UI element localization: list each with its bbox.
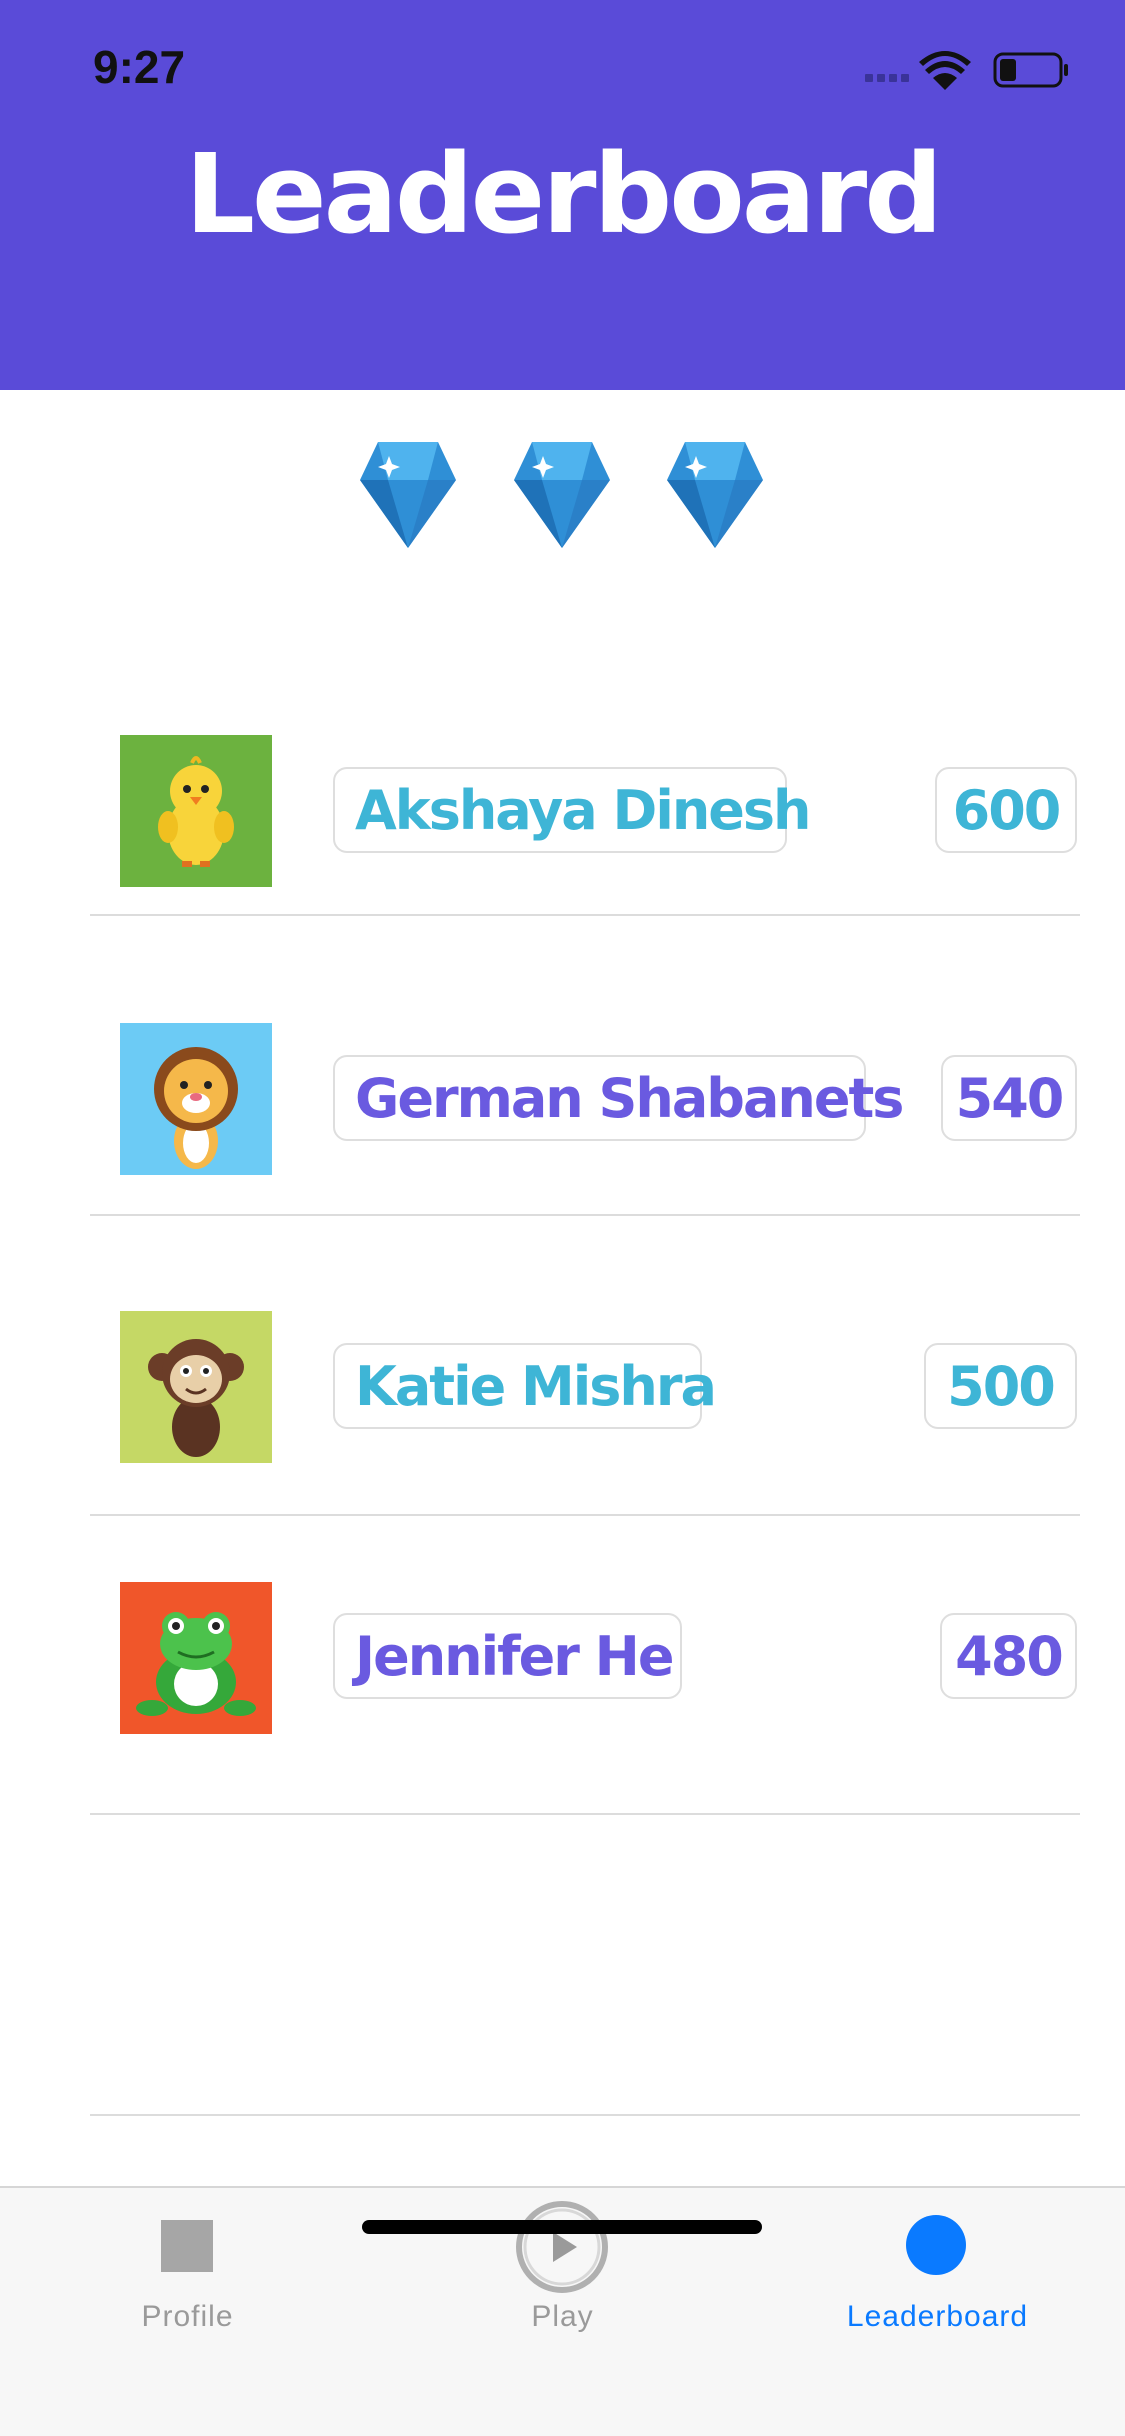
cellular-signal-icon — [865, 74, 909, 82]
player-name: German Shabanets — [355, 1066, 904, 1130]
frog-icon — [120, 1582, 272, 1734]
wifi-icon — [919, 51, 971, 90]
lion-icon — [120, 1023, 272, 1175]
home-indicator — [362, 2220, 762, 2234]
tab-bar: Profile Play Leaderboard — [0, 2186, 1125, 2436]
divider — [90, 1813, 1080, 1815]
battery-icon — [993, 52, 1068, 88]
divider — [90, 1214, 1080, 1216]
player-score-field: 540 — [941, 1055, 1077, 1141]
play-icon — [516, 2201, 608, 2293]
tab-play[interactable]: Play — [375, 2188, 750, 2368]
monkey-icon — [120, 1311, 272, 1463]
tab-label: Play — [531, 2300, 594, 2333]
player-name: Jennifer He — [355, 1624, 674, 1688]
divider — [90, 1514, 1080, 1516]
player-name-field: Katie Mishra — [333, 1343, 717, 1429]
diamond-icon — [514, 442, 610, 548]
status-icons — [865, 51, 1068, 90]
player-score: 500 — [947, 1354, 1056, 1418]
chick-icon — [120, 735, 272, 887]
page-title: Leaderboard — [184, 130, 943, 258]
header-bar: 9:27 Leaderboard — [0, 0, 1125, 390]
diamond-icon — [360, 442, 456, 548]
divider — [90, 2114, 1080, 2116]
divider — [90, 914, 1080, 916]
player-score-field: 480 — [940, 1613, 1077, 1699]
diamond-icon — [667, 442, 763, 548]
tab-profile[interactable]: Profile — [0, 2188, 375, 2368]
tab-label: Profile — [141, 2300, 234, 2333]
player-score: 480 — [955, 1624, 1064, 1688]
square-icon — [161, 2220, 213, 2272]
gems-row — [0, 440, 1125, 550]
circle-icon — [906, 2215, 966, 2275]
player-score: 600 — [952, 778, 1062, 842]
player-score-field: 600 — [935, 767, 1077, 853]
player-score: 540 — [955, 1066, 1065, 1130]
tab-leaderboard[interactable]: Leaderboard — [750, 2188, 1125, 2368]
player-score-field: 500 — [924, 1343, 1077, 1429]
player-name: Katie Mishra — [355, 1354, 717, 1418]
tab-label: Leaderboard — [846, 2300, 1029, 2333]
player-name-field: Akshaya Dinesh — [333, 767, 811, 853]
status-time: 9:27 — [93, 41, 186, 93]
player-name-field: German Shabanets — [333, 1055, 904, 1141]
player-name-field: Jennifer He — [333, 1613, 682, 1699]
player-name: Akshaya Dinesh — [355, 778, 811, 842]
